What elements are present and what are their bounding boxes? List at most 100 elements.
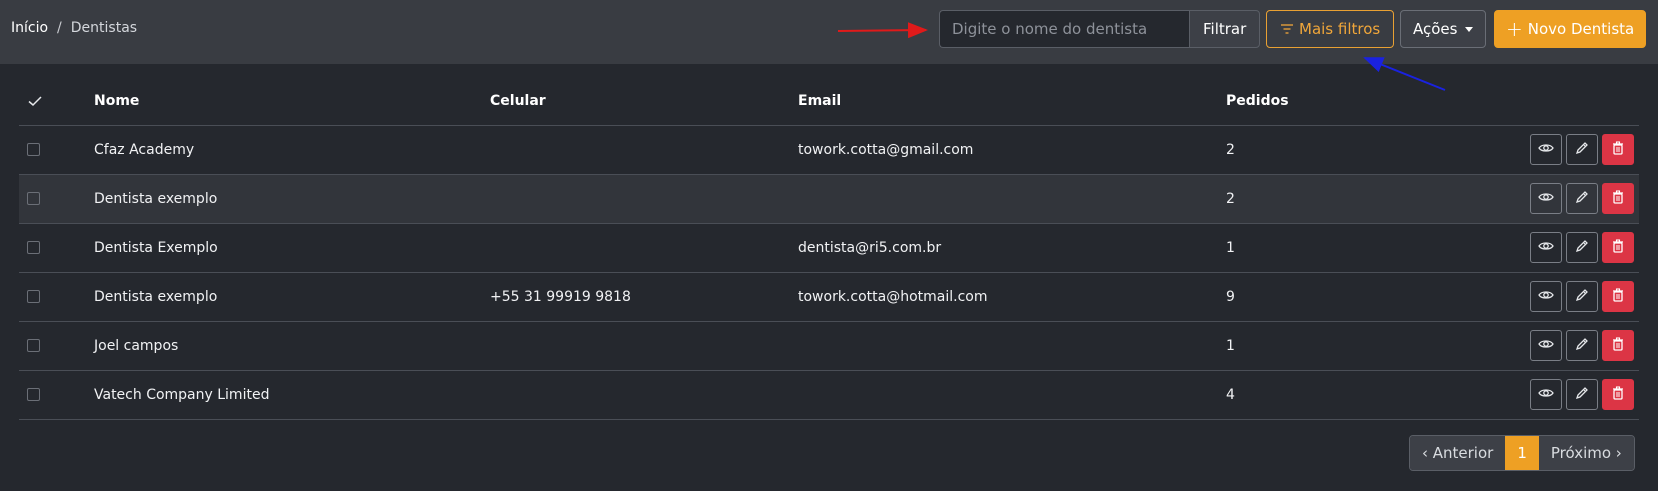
view-button[interactable] [1530, 183, 1562, 214]
view-button[interactable] [1530, 134, 1562, 165]
row-checkbox-cell [19, 272, 94, 322]
more-filters-button[interactable]: Mais filtros [1266, 10, 1395, 48]
top-bar: Início / Dentistas Filtrar Mais filtros … [0, 0, 1658, 64]
cell-email [798, 321, 1226, 371]
cell-actions [1526, 223, 1639, 273]
pencil-icon [1574, 336, 1590, 355]
edit-button[interactable] [1566, 379, 1598, 410]
header-pedidos: Pedidos [1226, 78, 1526, 126]
row-checkbox-cell [19, 223, 94, 273]
view-button[interactable] [1530, 281, 1562, 312]
breadcrumb-separator: / [57, 20, 62, 36]
row-checkbox[interactable] [27, 143, 40, 156]
cell-email: dentista@ri5.com.br [798, 223, 1226, 273]
table-row[interactable]: Vatech Company Limited 4 [19, 370, 1639, 420]
row-checkbox-cell [19, 174, 94, 224]
table-header-row: Nome Celular Email Pedidos [19, 78, 1639, 126]
cell-email [798, 174, 1226, 224]
pagination-prev[interactable]: ‹ Anterior [1410, 436, 1506, 470]
view-button[interactable] [1530, 330, 1562, 361]
header-actions [1526, 78, 1639, 126]
view-button[interactable] [1530, 379, 1562, 410]
table-row[interactable]: Dentista exemplo 2 [19, 174, 1639, 224]
row-checkbox[interactable] [27, 339, 40, 352]
filter-button[interactable]: Filtrar [1189, 10, 1261, 48]
edit-button[interactable] [1566, 183, 1598, 214]
cell-pedidos: 1 [1226, 321, 1526, 371]
caret-down-icon [1465, 26, 1474, 32]
eye-icon [1538, 238, 1554, 257]
cell-celular [490, 125, 798, 175]
trash-icon [1610, 385, 1626, 404]
delete-button[interactable] [1602, 281, 1634, 312]
row-checkbox[interactable] [27, 241, 40, 254]
cell-actions [1526, 125, 1639, 175]
breadcrumb: Início / Dentistas [11, 20, 137, 36]
cell-actions [1526, 370, 1639, 420]
cell-celular [490, 174, 798, 224]
pagination-next[interactable]: Próximo › [1538, 436, 1634, 470]
header-nome: Nome [94, 78, 490, 126]
cell-nome: Vatech Company Limited [94, 370, 490, 420]
table-row[interactable]: Cfaz Academy towork.cotta@gmail.com 2 [19, 125, 1639, 175]
delete-button[interactable] [1602, 330, 1634, 361]
delete-button[interactable] [1602, 183, 1634, 214]
eye-icon [1538, 189, 1554, 208]
row-checkbox[interactable] [27, 192, 40, 205]
pagination-page-1[interactable]: 1 [1505, 436, 1539, 470]
pencil-icon [1574, 238, 1590, 257]
header-celular: Celular [490, 78, 798, 126]
search-input[interactable] [939, 10, 1189, 48]
edit-button[interactable] [1566, 134, 1598, 165]
cell-nome: Dentista Exemplo [94, 223, 490, 273]
cell-email: towork.cotta@gmail.com [798, 125, 1226, 175]
cell-actions [1526, 174, 1639, 224]
more-filters-label: Mais filtros [1299, 20, 1381, 38]
eye-icon [1538, 287, 1554, 306]
cell-pedidos: 9 [1226, 272, 1526, 322]
new-dentist-label: Novo Dentista [1527, 20, 1635, 38]
new-dentist-button[interactable]: + Novo Dentista [1494, 10, 1647, 48]
check-icon[interactable] [27, 93, 43, 109]
delete-button[interactable] [1602, 232, 1634, 263]
dentists-table: Nome Celular Email Pedidos Cfaz Academy t… [19, 78, 1639, 420]
view-button[interactable] [1530, 232, 1562, 263]
header-email: Email [798, 78, 1226, 126]
edit-button[interactable] [1566, 232, 1598, 263]
table-row[interactable]: Joel campos 1 [19, 321, 1639, 371]
cell-celular [490, 223, 798, 273]
actions-dropdown[interactable]: Ações [1400, 10, 1487, 48]
pencil-icon [1574, 287, 1590, 306]
row-checkbox[interactable] [27, 388, 40, 401]
actions-label: Ações [1413, 20, 1458, 38]
cell-pedidos: 2 [1226, 125, 1526, 175]
table-row[interactable]: Dentista exemplo +55 31 99919 9818 towork.… [19, 272, 1639, 322]
trash-icon [1610, 140, 1626, 159]
trash-icon [1610, 189, 1626, 208]
header-check-cell[interactable] [19, 78, 94, 126]
edit-button[interactable] [1566, 330, 1598, 361]
cell-email [798, 370, 1226, 420]
eye-icon [1538, 385, 1554, 404]
eye-icon [1538, 140, 1554, 159]
breadcrumb-home[interactable]: Início [11, 20, 48, 36]
row-checkbox[interactable] [27, 290, 40, 303]
eye-icon [1538, 336, 1554, 355]
row-checkbox-cell [19, 321, 94, 371]
cell-actions [1526, 272, 1639, 322]
cell-nome: Dentista exemplo [94, 272, 490, 322]
delete-button[interactable] [1602, 379, 1634, 410]
row-checkbox-cell [19, 125, 94, 175]
table-row[interactable]: Dentista Exemplo dentista@ri5.com.br 1 [19, 223, 1639, 273]
edit-button[interactable] [1566, 281, 1598, 312]
cell-pedidos: 2 [1226, 174, 1526, 224]
breadcrumb-current: Dentistas [70, 20, 138, 36]
trash-icon [1610, 336, 1626, 355]
cell-nome: Cfaz Academy [94, 125, 490, 175]
cell-nome: Dentista exemplo [94, 174, 490, 224]
delete-button[interactable] [1602, 134, 1634, 165]
pencil-icon [1574, 385, 1590, 404]
cell-nome: Joel campos [94, 321, 490, 371]
search-group: Filtrar [939, 10, 1261, 48]
trash-icon [1610, 287, 1626, 306]
